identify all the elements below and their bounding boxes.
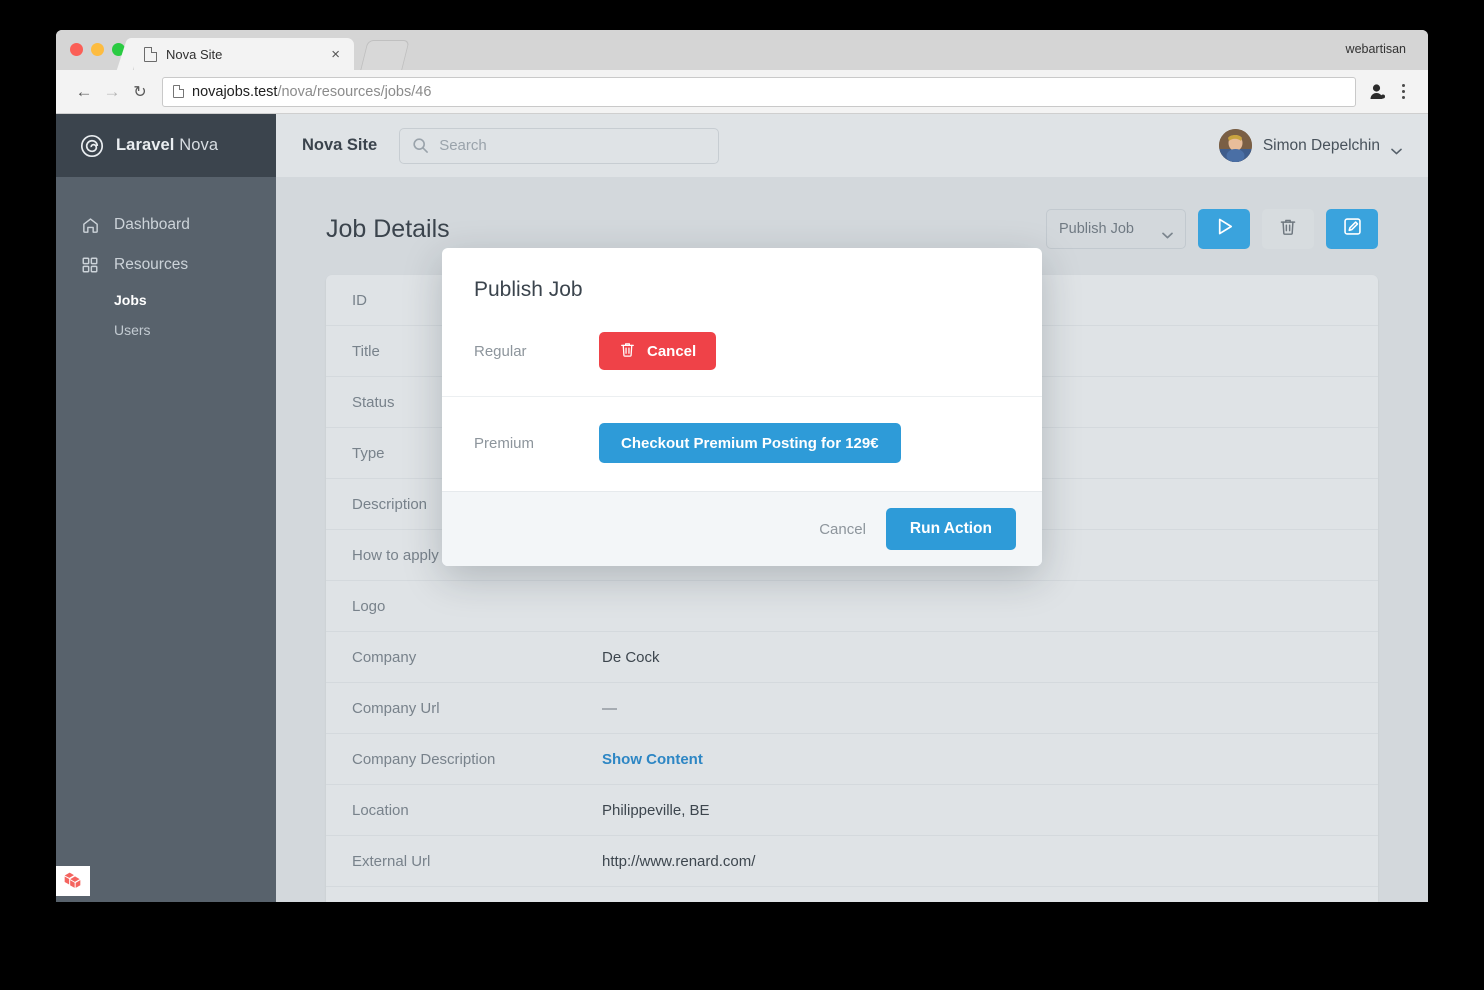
sidebar-item-jobs[interactable]: Jobs [56,285,276,315]
address-bar[interactable]: novajobs.test/nova/resources/jobs/46 [162,76,1356,107]
sidebar-item-users[interactable]: Users [56,315,276,345]
brand-label: Laravel Nova [116,136,218,155]
field-label: Company Url [352,699,440,717]
window-brand-label: webartisan [1345,42,1406,56]
browser-tab-strip: Nova Site × webartisan [56,30,1428,70]
modal-cancel-button[interactable]: Cancel [819,521,866,538]
url-path: /nova/resources/jobs/46 [277,83,432,100]
cancel-job-button-label: Cancel [647,342,697,360]
field-label: Company [352,648,417,666]
kebab-menu-icon[interactable] [1392,81,1414,103]
nova-app: Laravel Nova Dashboard Resources Jobs Us… [56,114,1428,902]
grid-icon [80,255,100,275]
modal-field-premium: Premium Checkout Premium Posting for 129… [442,397,1042,491]
field-label: External Url [352,852,431,870]
back-button[interactable]: ← [70,78,98,106]
reload-button[interactable]: ↻ [126,78,154,106]
field-label: Location [352,801,409,819]
field-value: — [602,699,617,717]
modal-field-label: Regular [474,342,527,360]
run-action-button[interactable] [1198,209,1250,249]
checkout-premium-button-label: Checkout Premium Posting for 129€ [621,434,879,452]
trash-icon [619,341,636,362]
sidebar: Laravel Nova Dashboard Resources Jobs Us… [56,114,276,902]
content-area: Job Details Publish Job ID Title Status … [276,177,1428,902]
page-info-icon[interactable] [173,85,184,98]
avatar [1218,129,1252,162]
field-label: Company Description [352,750,496,768]
browser-window: Nova Site × webartisan ← → ↻ novajobs.te… [56,30,1428,902]
table-row: Company Url — [326,683,1378,734]
table-row: String Cl [326,887,1378,902]
chevron-down-icon [1162,226,1173,239]
sidebar-item-label: Dashboard [114,216,190,233]
brand[interactable]: Laravel Nova [56,114,276,177]
user-name: Simon Depelchin [1262,136,1380,154]
sidebar-nav: Dashboard Resources Jobs Users [56,177,276,345]
field-value: Philippeville, BE [602,801,710,819]
show-content-link[interactable]: Show Content [602,751,703,768]
table-row: Company Description Show Content [326,734,1378,785]
main-column: Nova Site Search Simon Depelchin Job Det… [276,114,1428,902]
pencil-square-icon [1342,216,1363,242]
brand-light: Nova [179,136,219,154]
site-name: Nova Site [302,136,378,154]
laravel-logo-icon [56,866,90,896]
close-tab-icon[interactable]: × [327,45,344,64]
close-window-button[interactable] [70,43,83,56]
modal-field-label: Premium [474,434,535,452]
modal-footer: Cancel Run Action [442,491,1042,566]
checkout-premium-button[interactable]: Checkout Premium Posting for 129€ [599,423,901,463]
browser-tab[interactable]: Nova Site × [134,38,354,70]
new-tab-button[interactable] [360,40,410,70]
topbar: Nova Site Search Simon Depelchin [276,114,1428,177]
modal-run-action-button[interactable]: Run Action [885,508,1016,550]
search-icon [412,137,429,154]
table-row: External Url http://www.renard.com/ [326,836,1378,887]
browser-toolbar: ← → ↻ novajobs.test/nova/resources/jobs/… [56,70,1428,114]
sidebar-item-label: Resources [114,256,189,273]
forward-button[interactable]: → [98,78,126,106]
modal-title: Publish Job [474,278,583,301]
window-traffic-lights [70,43,125,56]
content-header: Job Details Publish Job [326,209,1378,249]
publish-job-modal: Publish Job Regular Cancel Premium Check… [442,248,1042,566]
page-title: Job Details [326,214,450,243]
search-input[interactable] [439,137,707,154]
action-toolbar: Publish Job [1046,209,1378,249]
delete-button[interactable] [1262,209,1314,249]
table-row: Logo [326,581,1378,632]
modal-field-regular: Regular Cancel [442,320,1042,397]
field-value: De Cock [602,648,660,666]
page-favicon-icon [144,46,157,62]
edit-button[interactable] [1326,209,1378,249]
chevron-down-icon [1391,142,1402,155]
sidebar-item-resources[interactable]: Resources [56,245,276,285]
cancel-job-button[interactable]: Cancel [599,332,717,370]
minimize-window-button[interactable] [91,43,104,56]
global-search[interactable] [399,127,720,164]
table-row: Location Philippeville, BE [326,785,1378,836]
spiral-logo-icon [80,134,104,158]
sidebar-item-dashboard[interactable]: Dashboard [56,205,276,245]
field-value: http://www.renard.com/ [602,852,756,870]
home-icon [80,215,100,235]
url-host: novajobs.test [192,83,278,100]
user-menu[interactable]: Simon Depelchin [1218,129,1402,162]
play-icon [1214,216,1235,242]
field-label: Logo [352,597,386,615]
brand-bold: Laravel [116,136,175,154]
browser-tab-title: Nova Site [166,46,223,62]
person-icon[interactable] [1366,81,1388,103]
action-select[interactable]: Publish Job [1046,209,1186,249]
table-row: Company De Cock [326,632,1378,683]
trash-icon [1278,217,1298,242]
action-select-value: Publish Job [1059,221,1134,237]
